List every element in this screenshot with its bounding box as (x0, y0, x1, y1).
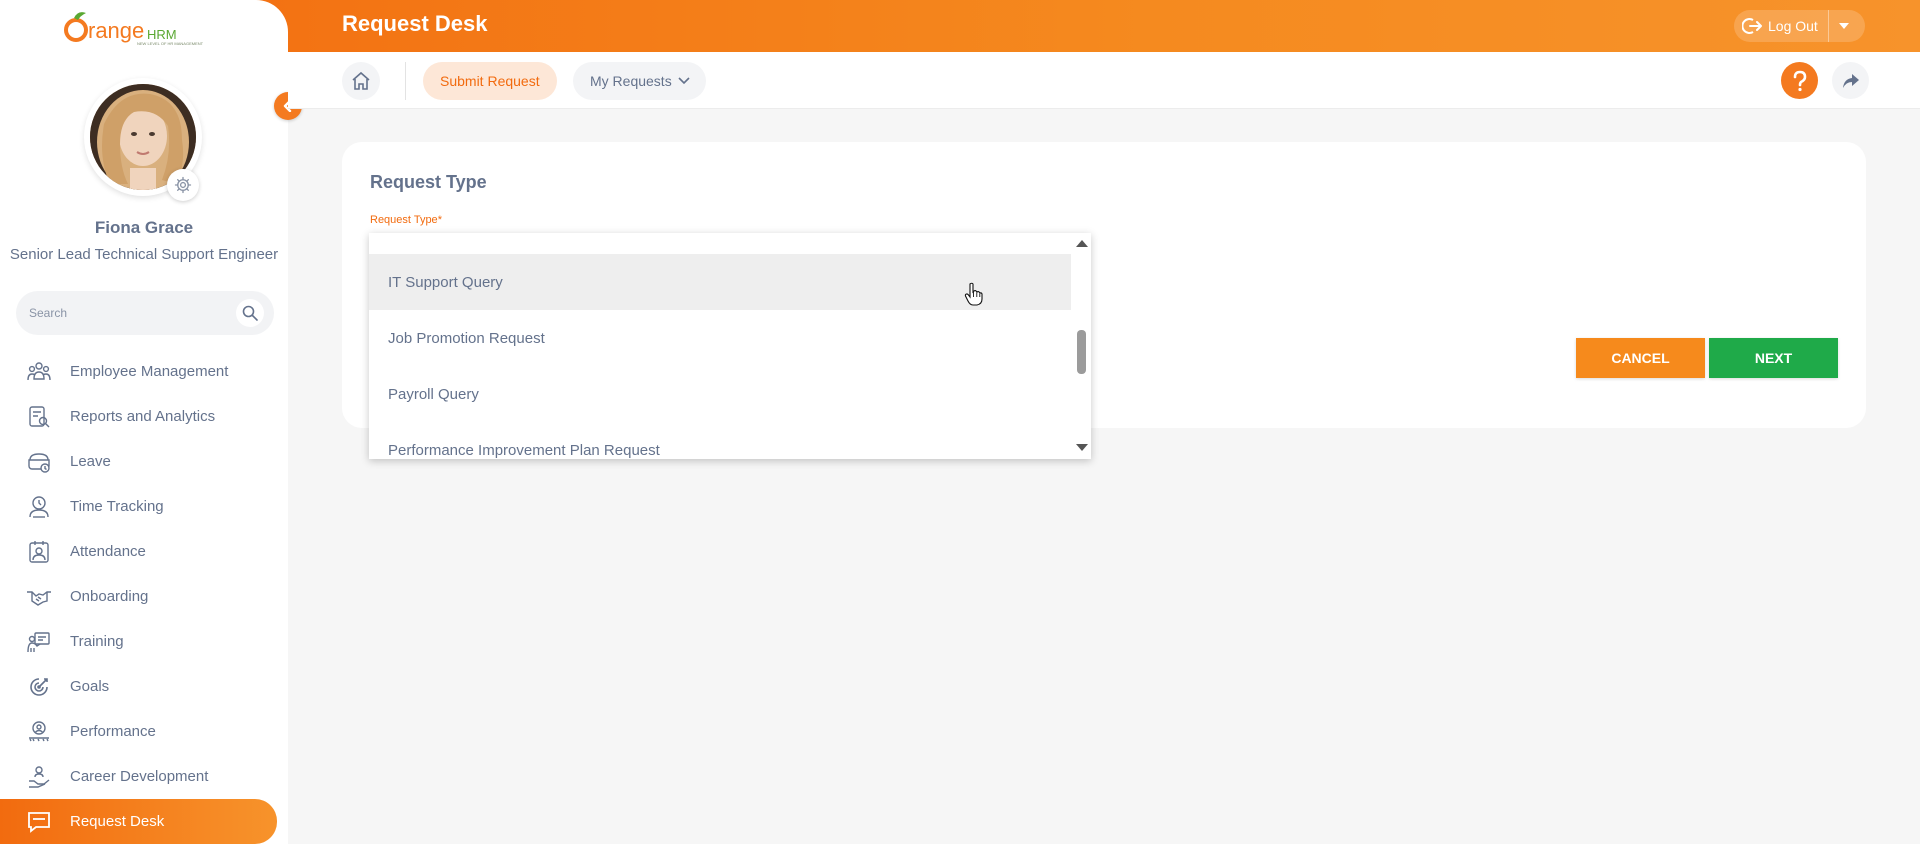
scrollbar-thumb[interactable] (1077, 330, 1086, 374)
scroll-down-arrow-icon[interactable] (1076, 444, 1088, 451)
people-group-icon (26, 359, 52, 385)
sidebar-item-label: Attendance (70, 543, 146, 560)
chevron-down-icon (678, 77, 690, 85)
sidebar-item-label: Onboarding (70, 588, 149, 605)
tab-submit-request[interactable]: Submit Request (423, 62, 557, 100)
sidebar-item-employee-management[interactable]: Employee Management (0, 349, 288, 394)
sidebar-item-training[interactable]: Training (0, 619, 288, 664)
top-bar: Request Desk Log Out (0, 0, 1920, 52)
training-icon (26, 629, 52, 655)
sidebar-item-goals[interactable]: Goals (0, 664, 288, 709)
gear-icon (174, 176, 192, 194)
sidebar-item-leave[interactable]: Leave (0, 439, 288, 484)
career-icon (26, 764, 52, 790)
card-title: Request Type (370, 172, 487, 192)
request-type-label: Request Type* (370, 214, 442, 226)
sidebar-item-time-tracking[interactable]: Time Tracking (0, 484, 288, 529)
dropdown-option[interactable]: Payroll Query (369, 366, 1071, 422)
account-menu-button[interactable] (1829, 10, 1859, 42)
tab-my-requests[interactable]: My Requests (573, 62, 706, 100)
sidebar-item-label: Leave (70, 453, 111, 470)
home-icon (352, 71, 370, 90)
scroll-up-arrow-icon[interactable] (1076, 240, 1088, 247)
report-search-icon (26, 404, 52, 430)
page-title: Request Desk (342, 11, 488, 36)
sidebar-search (16, 291, 274, 335)
logout-label: Log Out (1768, 18, 1818, 34)
sidebar-item-label: Time Tracking (70, 498, 164, 515)
help-icon (1793, 70, 1806, 91)
share-icon (1842, 73, 1859, 88)
dropdown-scrollbar[interactable] (1071, 233, 1091, 459)
dropdown-option[interactable]: Job Promotion Request (369, 310, 1071, 366)
sidebar-item-label: Reports and Analytics (70, 408, 216, 425)
cancel-button[interactable]: CANCEL (1576, 338, 1705, 378)
search-icon[interactable] (236, 299, 264, 327)
sidebar-item-label: Request Desk (70, 813, 165, 830)
orangehrm-logo[interactable]: range HRM NEW LEVEL OF HR MANAGEMENT (64, 8, 224, 46)
svg-text:NEW LEVEL OF HR MANAGEMENT: NEW LEVEL OF HR MANAGEMENT (137, 41, 204, 46)
sidebar-item-label: Goals (70, 678, 110, 695)
request-desk-icon (26, 809, 52, 835)
svg-text:HRM: HRM (147, 27, 177, 42)
caret-down-icon (1838, 23, 1849, 29)
sidebar-item-label: Career Development (70, 768, 209, 785)
sidebar-item-onboarding[interactable]: Onboarding (0, 574, 288, 619)
help-button[interactable] (1781, 62, 1818, 99)
sidebar-item-label: Performance (70, 723, 156, 740)
sidebar-item-label: Training (70, 633, 124, 650)
sidebar-item-label: Employee Management (70, 363, 229, 380)
user-name: Fiona Grace (94, 218, 194, 237)
request-type-dropdown[interactable]: IT Support Query Job Promotion Request P… (369, 233, 1091, 459)
tab-label: My Requests (590, 73, 672, 89)
sub-navigation: Submit Request My Requests (288, 52, 1920, 109)
required-mark: * (437, 214, 442, 226)
user-job-title: Senior Lead Technical Support Engineer (9, 246, 279, 263)
svg-text:range: range (88, 18, 144, 43)
share-button[interactable] (1832, 62, 1869, 99)
sidebar-item-reports-and-analytics[interactable]: Reports and Analytics (0, 394, 288, 439)
next-button[interactable]: NEXT (1709, 338, 1838, 378)
attendance-icon (26, 539, 52, 565)
hand-pointer-cursor-icon (964, 282, 984, 306)
avatar-settings-button[interactable] (167, 169, 199, 201)
logout-icon (1742, 18, 1762, 34)
dropdown-option[interactable]: Performance Improvement Plan Request (369, 422, 1071, 459)
sidebar-item-career-development[interactable]: Career Development (0, 754, 288, 799)
avatar-frame (84, 78, 202, 201)
home-button[interactable] (342, 62, 380, 100)
time-tracking-icon (26, 494, 52, 520)
goals-icon (26, 674, 52, 700)
sidebar-item-performance[interactable]: Performance (0, 709, 288, 754)
sidebar-item-attendance[interactable]: Attendance (0, 529, 288, 574)
leave-icon (26, 449, 52, 475)
logout-button[interactable]: Log Out (1734, 10, 1828, 42)
handshake-icon (26, 584, 52, 610)
subnav-divider (405, 62, 406, 100)
sidebar: range HRM NEW LEVEL OF HR MANAGEMENT Fio… (0, 0, 288, 844)
sidebar-nav: Employee Management Reports and Analytic… (0, 349, 288, 844)
logout-group: Log Out (1734, 10, 1865, 42)
field-label-text: Request Type (370, 214, 438, 226)
sidebar-item-request-desk[interactable]: Request Desk (0, 799, 277, 844)
performance-icon (26, 719, 52, 745)
search-input[interactable] (29, 306, 224, 320)
